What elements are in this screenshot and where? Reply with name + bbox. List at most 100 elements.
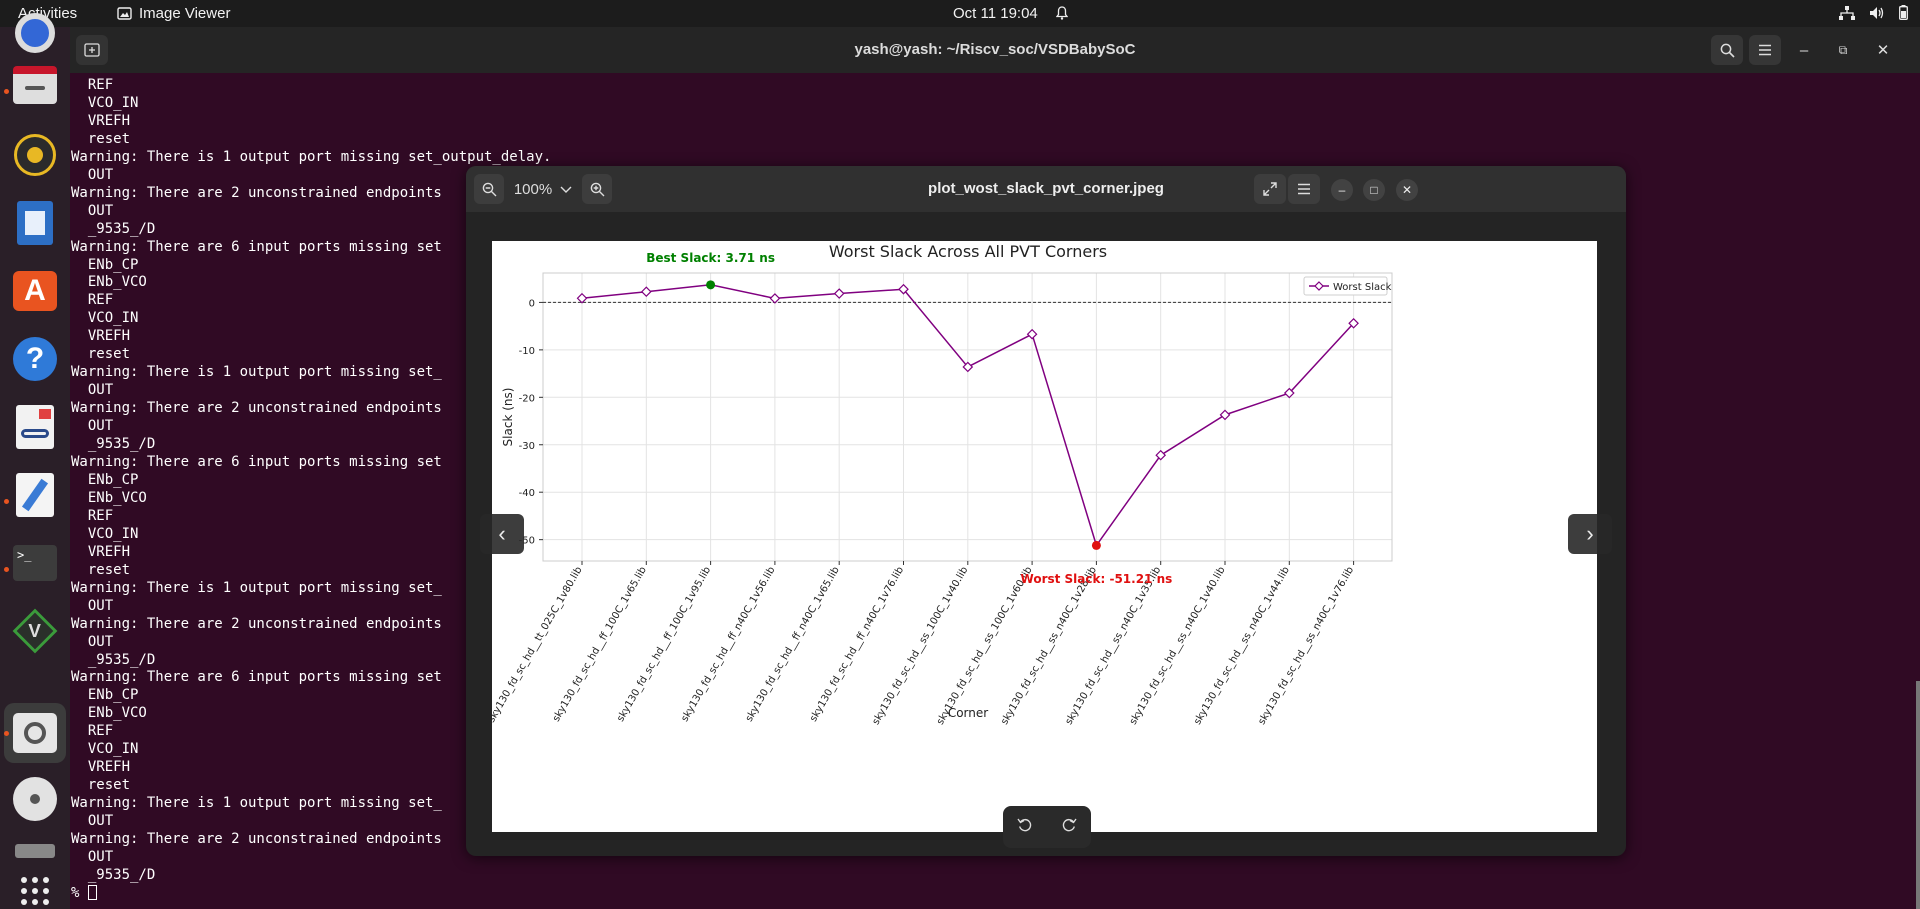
minimize-button[interactable]: – [1788, 35, 1820, 65]
system-tray[interactable] [1839, 5, 1908, 20]
viewer-header: 100% plot_wost_slack_pvt_corner.jpeg – □… [466, 166, 1626, 212]
y-tick-label: -40 [519, 488, 535, 499]
image-viewer-icon[interactable] [4, 703, 66, 763]
scrollbar[interactable] [1916, 681, 1920, 909]
close-icon: ✕ [1401, 183, 1413, 197]
menu-button[interactable] [1749, 35, 1781, 65]
terminal-title: yash@yash: ~/Riscv_soc/VSDBabySoC [854, 41, 1136, 58]
terminal-line: OUT [71, 166, 114, 183]
minimize-icon: – [1338, 183, 1346, 197]
worst-slack-annotation: Worst Slack: -51.21 ns [1021, 572, 1173, 586]
terminal-line: OUT [71, 202, 114, 219]
terminal-line: ENb_VCO [71, 274, 147, 291]
restore-icon: ⧉ [1838, 42, 1848, 57]
data-point [576, 292, 588, 304]
terminal-output[interactable]: REF VCO_IN VREFH reset Warning: There is … [71, 77, 552, 903]
show-apps-icon[interactable] [11, 867, 59, 909]
running-indicator [4, 499, 9, 504]
disc-icon[interactable] [11, 775, 59, 823]
dock: A ? >_ V [0, 13, 70, 909]
y-tick-label: -10 [519, 346, 535, 357]
drive-icon[interactable] [11, 839, 59, 863]
app-center-icon[interactable]: A [11, 267, 59, 315]
viewer-menu-button[interactable] [1288, 174, 1320, 204]
terminal-line: ENb_CP [71, 256, 139, 273]
terminal-line: VREFH [71, 328, 131, 345]
running-indicator [4, 731, 9, 736]
rotate-left-icon [1017, 818, 1032, 831]
rotate-controls [1003, 806, 1091, 848]
terminal-line: REF [71, 507, 114, 524]
terminal-line: REF [71, 292, 114, 309]
terminal-line: VREFH [71, 759, 131, 776]
top-bar: Activities Image Viewer Oct 11 19:04 [0, 0, 1920, 27]
text-editor-icon[interactable] [11, 471, 59, 519]
hamburger-icon [1298, 183, 1310, 195]
y-tick-label: 0 [529, 298, 535, 309]
app-menu[interactable]: Image Viewer [117, 5, 230, 22]
document-viewer-icon[interactable] [11, 403, 59, 451]
terminal-line: _9535_/D [71, 220, 156, 237]
chevron-right-icon: › [1586, 521, 1594, 546]
terminal-line: Warning: There is 1 output port missing … [71, 364, 442, 381]
terminal-line: VCO_IN [71, 310, 139, 327]
battery-icon [1899, 5, 1908, 20]
help-icon[interactable]: ? [11, 335, 59, 383]
terminal-line: REF [71, 77, 114, 93]
terminal-line: VCO_IN [71, 525, 139, 542]
minimize-icon: – [1799, 41, 1809, 59]
fullscreen-button[interactable] [1254, 174, 1286, 204]
terminal-line: OUT [71, 418, 114, 435]
rhythmbox-icon[interactable] [11, 131, 59, 179]
terminal-line: OUT [71, 382, 114, 399]
y-tick-label: -20 [519, 393, 535, 404]
rotate-left-button[interactable] [1017, 817, 1033, 838]
network-icon [1839, 5, 1855, 20]
plot-image: 0 -10 -20 -30 -40 -50 sky130_fd_sc_hd__tt_025C… [486, 241, 1597, 832]
chevron-left-icon: ‹ [498, 521, 506, 546]
data-point [640, 286, 652, 298]
terminal-line: ENb_CP [71, 687, 139, 704]
terminal-line: Warning: There is 1 output port missing … [71, 579, 442, 596]
fullscreen-icon [1263, 182, 1277, 196]
chrome-icon[interactable] [11, 9, 59, 57]
clock[interactable]: Oct 11 19:04 [953, 5, 1038, 22]
terminal-line: reset [71, 777, 131, 794]
terminal-line: reset [71, 130, 131, 147]
writer-icon[interactable] [11, 199, 59, 247]
files-icon[interactable] [11, 61, 59, 109]
previous-image-button[interactable]: ‹ [480, 514, 524, 554]
worst-slack-point [1091, 540, 1101, 550]
terminal-line: reset [71, 561, 131, 578]
terminal-icon[interactable]: >_ [11, 539, 59, 587]
terminal-line: OUT [71, 633, 114, 650]
rotate-right-icon [1062, 818, 1077, 831]
viewer-maximize-button[interactable]: □ [1363, 179, 1385, 201]
terminal-line: Warning: There are 2 unconstrained endpo… [71, 615, 442, 632]
notification-icon[interactable] [1055, 6, 1069, 24]
terminal-line: Warning: There are 2 unconstrained endpo… [71, 184, 442, 201]
terminal-line: ENb_CP [71, 471, 139, 488]
close-button[interactable]: ✕ [1867, 35, 1899, 65]
viewer-close-button[interactable]: ✕ [1396, 179, 1418, 201]
running-indicator [4, 89, 9, 94]
hamburger-icon [1759, 44, 1771, 56]
viewer-minimize-button[interactable]: – [1331, 179, 1353, 201]
terminal-line: OUT [71, 813, 114, 830]
terminal-line: VREFH [71, 543, 131, 560]
next-image-button[interactable]: › [1568, 514, 1612, 554]
y-tick-label: -30 [519, 441, 535, 452]
maximize-button[interactable]: ⧉ [1827, 35, 1859, 65]
legend-label: Worst Slack [1333, 282, 1392, 293]
terminal-line: Warning: There is 1 output port missing … [71, 148, 552, 165]
worst-slack-chart: 0-10-20-30-40-50sky130_fd_sc_hd__tt_025C… [486, 242, 1393, 727]
rotate-right-button[interactable] [1061, 817, 1077, 838]
best-slack-annotation: Best Slack: 3.71 ns [646, 251, 775, 265]
data-point [769, 293, 781, 304]
running-indicator [4, 567, 9, 572]
vim-icon[interactable]: V [11, 607, 59, 655]
terminal-line: OUT [71, 848, 114, 865]
terminal-line: Warning: There is 1 output port missing … [71, 795, 442, 812]
data-point [1026, 328, 1038, 340]
search-button[interactable] [1711, 35, 1743, 65]
